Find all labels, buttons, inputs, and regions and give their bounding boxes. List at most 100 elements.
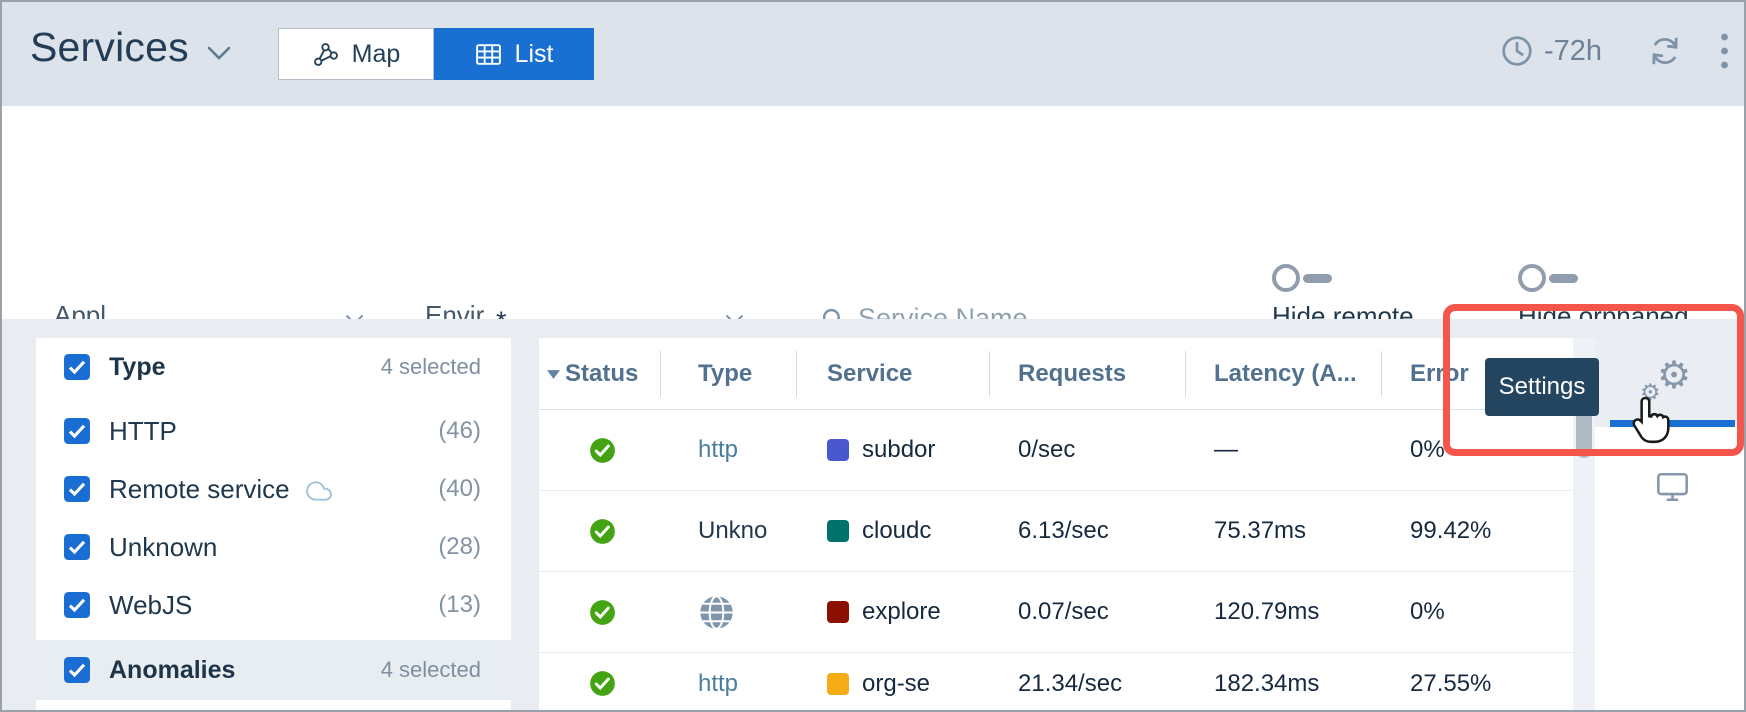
hide-remote-toggle[interactable] bbox=[1272, 264, 1334, 294]
status-ok-icon bbox=[589, 670, 616, 697]
view-toggle-group: Map List bbox=[278, 28, 594, 80]
facet-item-http[interactable]: HTTP (46) bbox=[36, 402, 511, 460]
checkbox-checked-icon[interactable] bbox=[64, 534, 90, 560]
facet-group-label: Anomalies bbox=[109, 656, 235, 685]
facet-item-label: HTTP bbox=[109, 416, 177, 447]
facet-item-remote-service[interactable]: Remote service (40) bbox=[36, 460, 511, 518]
active-tab-indicator bbox=[1610, 420, 1735, 427]
list-grid-icon bbox=[475, 41, 502, 68]
requests-cell: 0/sec bbox=[1018, 410, 1075, 490]
facet-item-label: Remote service bbox=[109, 474, 290, 505]
list-view-button[interactable]: List bbox=[434, 28, 594, 80]
clock-icon[interactable] bbox=[1500, 34, 1534, 68]
status-cell bbox=[589, 410, 616, 490]
latency-cell: 182.34ms bbox=[1214, 653, 1319, 712]
service-color-swatch bbox=[827, 439, 849, 461]
facet-group-anomalies[interactable]: Anomalies 4 selected bbox=[36, 640, 511, 700]
hide-orphaned-toggle[interactable] bbox=[1518, 264, 1580, 294]
type-cell: Unkno bbox=[698, 491, 794, 571]
table-row[interactable]: explore 0.07/sec 120.79ms 0% bbox=[539, 572, 1573, 653]
requests-cell: 0.07/sec bbox=[1018, 572, 1109, 652]
error-cell: 0% bbox=[1410, 572, 1445, 652]
table-row[interactable]: http org-se 21.34/sec 182.34ms 27.55% bbox=[539, 653, 1573, 712]
map-graph-icon bbox=[312, 41, 339, 68]
status-ok-icon bbox=[589, 437, 616, 464]
services-table: Status Type Service Requests Latency (A.… bbox=[539, 338, 1573, 710]
globe-icon bbox=[698, 594, 735, 631]
facet-item-webjs[interactable]: WebJS (13) bbox=[36, 576, 511, 634]
checkbox-checked-icon[interactable] bbox=[64, 657, 90, 683]
gears-icon: ⚙ bbox=[1640, 382, 1661, 405]
checkbox-checked-icon[interactable] bbox=[64, 476, 90, 502]
table-header-row: Status Type Service Requests Latency (A.… bbox=[539, 338, 1573, 410]
column-header-error[interactable]: Error bbox=[1410, 338, 1469, 409]
service-cell: subdor bbox=[827, 410, 987, 490]
status-cell bbox=[589, 491, 616, 571]
table-row[interactable]: Unkno cloudc 6.13/sec 75.37ms 99.42% bbox=[539, 491, 1573, 572]
requests-cell: 21.34/sec bbox=[1018, 653, 1122, 712]
column-divider bbox=[796, 351, 797, 397]
time-range-value[interactable]: -72h bbox=[1544, 35, 1602, 68]
checkbox-checked-icon[interactable] bbox=[64, 418, 90, 444]
settings-tab-button[interactable]: ⚙ ⚙ bbox=[1595, 338, 1746, 427]
column-header-service[interactable]: Service bbox=[827, 338, 912, 409]
service-color-swatch bbox=[827, 601, 849, 623]
service-cell: org-se bbox=[827, 653, 987, 712]
column-divider bbox=[660, 351, 661, 397]
service-cell: explore bbox=[827, 572, 987, 652]
map-view-label: Map bbox=[352, 40, 401, 69]
service-name: explore bbox=[862, 598, 941, 626]
error-cell: 99.42% bbox=[1410, 491, 1491, 571]
map-view-button[interactable]: Map bbox=[278, 28, 434, 80]
column-divider bbox=[989, 351, 990, 397]
services-screen: Services Map List -72h Appl... Envir... … bbox=[0, 0, 1746, 712]
facet-group-type[interactable]: Type 4 selected bbox=[36, 338, 511, 396]
status-cell bbox=[589, 653, 616, 712]
facet-item-unknown[interactable]: Unknown (28) bbox=[36, 518, 511, 576]
facet-item-count: (28) bbox=[438, 533, 481, 561]
requests-cell: 6.13/sec bbox=[1018, 491, 1109, 571]
checkbox-checked-icon[interactable] bbox=[64, 354, 90, 380]
toggle-track bbox=[1303, 274, 1332, 283]
facet-panel: Type 4 selected HTTP (46) Remote service… bbox=[36, 338, 511, 710]
column-header-status[interactable]: Status bbox=[565, 338, 638, 409]
type-cell bbox=[698, 572, 794, 652]
toggle-track bbox=[1549, 274, 1578, 283]
list-view-label: List bbox=[515, 40, 554, 69]
checkbox-checked-icon[interactable] bbox=[64, 592, 90, 618]
latency-cell: 75.37ms bbox=[1214, 491, 1306, 571]
kebab-menu-icon[interactable] bbox=[1720, 32, 1729, 70]
service-name: subdor bbox=[862, 436, 935, 464]
status-ok-icon bbox=[589, 599, 616, 626]
facet-item-label: WebJS bbox=[109, 590, 192, 621]
cloud-icon bbox=[302, 478, 336, 504]
column-header-type[interactable]: Type bbox=[698, 338, 752, 409]
service-color-swatch bbox=[827, 520, 849, 542]
column-header-latency[interactable]: Latency (A... bbox=[1214, 338, 1357, 409]
chevron-down-icon bbox=[207, 46, 231, 61]
facet-item-label: Unknown bbox=[109, 532, 217, 563]
services-title-menu[interactable]: Services bbox=[30, 24, 231, 71]
facet-item-count: (46) bbox=[438, 417, 481, 445]
facet-item-count: (13) bbox=[438, 591, 481, 619]
latency-cell: 120.79ms bbox=[1214, 572, 1319, 652]
toggle-off-icon bbox=[1518, 264, 1546, 292]
status-ok-icon bbox=[589, 518, 616, 545]
table-row[interactable]: http subdor 0/sec — 0% bbox=[539, 410, 1573, 491]
facet-selected-count: 4 selected bbox=[381, 354, 481, 380]
app-header: Services Map List -72h bbox=[2, 2, 1744, 106]
service-name: org-se bbox=[862, 670, 930, 698]
right-rail: ⚙ ⚙ bbox=[1595, 338, 1746, 710]
scrollbar-thumb[interactable] bbox=[1576, 410, 1592, 458]
status-cell bbox=[589, 572, 616, 652]
service-name: cloudc bbox=[862, 517, 931, 545]
sort-desc-icon[interactable] bbox=[547, 370, 560, 379]
filter-bar: Appl... Envir... * Hide remote services … bbox=[2, 106, 1744, 319]
type-cell: http bbox=[698, 653, 794, 712]
refresh-icon[interactable] bbox=[1648, 34, 1682, 68]
monitor-icon[interactable] bbox=[1655, 470, 1690, 504]
error-cell: 27.55% bbox=[1410, 653, 1491, 712]
error-cell: 0% bbox=[1410, 410, 1445, 490]
column-header-requests[interactable]: Requests bbox=[1018, 338, 1126, 409]
service-cell: cloudc bbox=[827, 491, 987, 571]
